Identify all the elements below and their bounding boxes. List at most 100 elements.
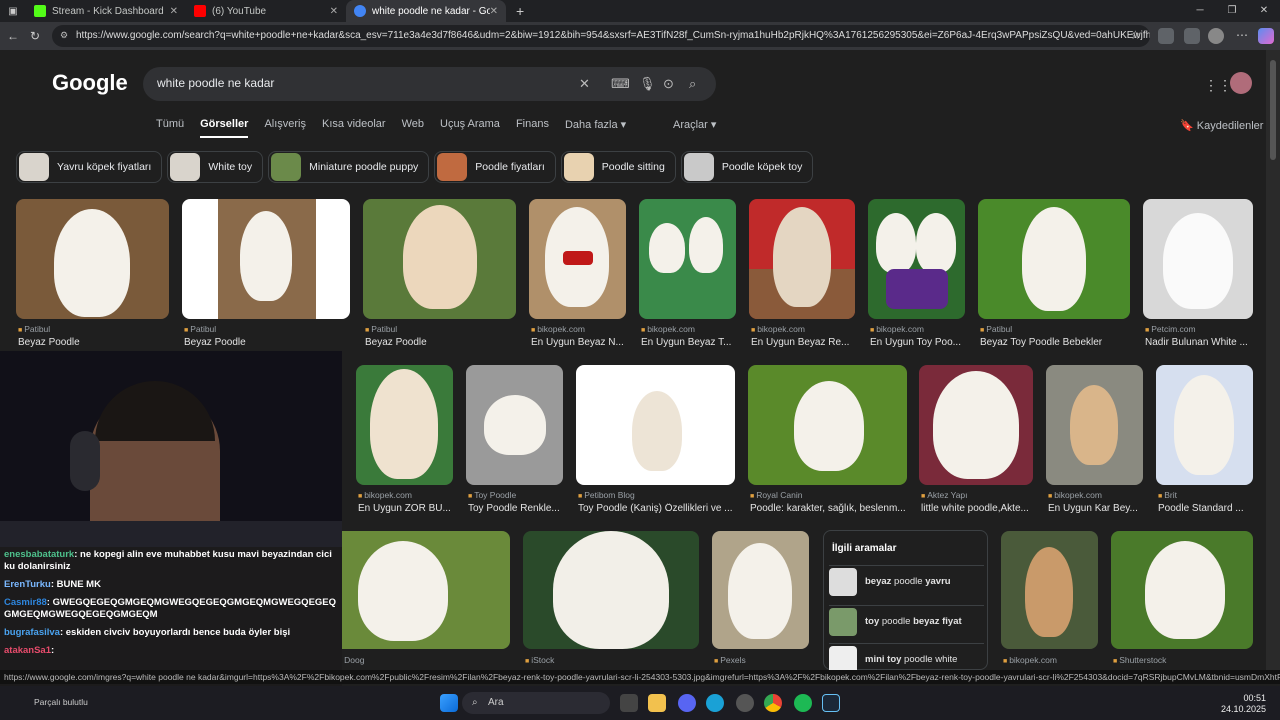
avatar[interactable] <box>1230 72 1252 94</box>
new-tab-icon[interactable]: + <box>516 3 524 19</box>
result-title: Beyaz Poodle <box>365 337 427 348</box>
url-text: https://www.google.com/search?q=white+po… <box>76 30 1150 41</box>
google-logo[interactable]: Google <box>52 70 128 96</box>
tab-youtube[interactable]: (6) YouTube ✕ <box>186 0 346 22</box>
menu-icon[interactable]: ⋯ <box>1236 28 1248 42</box>
extension-icon[interactable] <box>1158 28 1174 44</box>
chip[interactable]: Poodle fiyatları <box>434 151 556 183</box>
url-field[interactable]: https://www.google.com/search?q=white+po… <box>52 25 1150 47</box>
taskbar-search-label: Ara <box>488 697 504 708</box>
close-window-icon[interactable]: ✕ <box>1248 0 1280 22</box>
tab-all[interactable]: Tümü <box>156 118 184 138</box>
tab-google[interactable]: white poodle ne kadar - Google'd ✕ <box>346 0 506 22</box>
edge-icon[interactable] <box>706 694 724 712</box>
tab-images[interactable]: Görseller <box>200 118 249 138</box>
chat-username[interactable]: ErenTurku <box>4 579 51 590</box>
profile-icon[interactable] <box>1208 28 1224 44</box>
weather-text: Parçalı bulutlu <box>34 697 88 707</box>
chat-username[interactable]: Casmir88 <box>4 597 47 608</box>
microphone-icon[interactable]: 🎙 <box>639 76 656 92</box>
result-source: bikopek.com <box>751 324 805 334</box>
tab-title: Stream - Kick Dashboard <box>52 5 164 17</box>
site-info-icon[interactable]: ⚙ <box>60 30 68 41</box>
result-thumbnail <box>363 199 516 319</box>
bookmark-star-icon[interactable]: ☆ <box>1130 28 1141 42</box>
result-source: Shutterstock <box>1113 655 1166 665</box>
google-apps-icon[interactable]: ⋮⋮ <box>1204 77 1232 94</box>
dog-shape <box>1174 375 1234 475</box>
scrollbar-thumb[interactable] <box>1270 60 1276 160</box>
reload-icon[interactable]: ↻ <box>24 29 46 43</box>
result-thumbnail <box>182 199 350 319</box>
maximize-icon[interactable]: ❐ <box>1216 0 1248 22</box>
result-title: Beyaz Toy Poodle Bebekler <box>980 337 1103 348</box>
taskbar-search[interactable]: ⌕ Ara <box>462 692 610 714</box>
clear-search-icon[interactable]: ✕ <box>579 76 590 92</box>
windows-start-icon[interactable] <box>440 694 458 712</box>
back-icon[interactable]: ← <box>2 29 24 43</box>
tab-actions-icon[interactable]: ▣ <box>0 6 26 17</box>
related-search-item[interactable]: beyaz poodle yavru <box>829 565 984 597</box>
steam-icon[interactable] <box>822 694 840 712</box>
chrome-icon[interactable] <box>764 694 782 712</box>
chip[interactable]: Poodle köpek toy <box>680 151 814 183</box>
chip-thumbnail <box>19 153 49 181</box>
result-source: Brit <box>1158 490 1177 500</box>
copilot-icon[interactable] <box>1258 28 1274 44</box>
minimize-icon[interactable]: ─ <box>1184 0 1216 22</box>
discord-icon[interactable] <box>678 694 696 712</box>
spotify-icon[interactable] <box>794 694 812 712</box>
result-thumbnail <box>639 199 736 319</box>
dog-shape <box>933 371 1019 479</box>
result-thumbnail <box>748 365 907 485</box>
result-title: En Uygun Beyaz Re... <box>751 337 850 348</box>
page-scrollbar[interactable] <box>1266 50 1280 670</box>
chat-username[interactable]: enesbabataturk <box>4 549 74 560</box>
result-source: bikopek.com <box>641 324 695 334</box>
chat-message: enesbabataturk: ne kopegi alin eve muhab… <box>4 549 338 573</box>
tab-flights[interactable]: Uçuş Arama <box>440 118 500 138</box>
saved-button[interactable]: 🔖 Kaydedilenler <box>1180 119 1263 132</box>
tab-finance[interactable]: Finans <box>516 118 549 138</box>
lens-icon[interactable]: ⊙ <box>663 76 674 92</box>
address-bar-row: ← ↻ https://www.google.com/search?q=whit… <box>0 22 1280 50</box>
chip[interactable]: White toy <box>167 151 264 183</box>
search-input[interactable]: white poodle ne kadar <box>157 76 274 90</box>
chip[interactable]: Yavru köpek fiyatları <box>16 151 163 183</box>
tab-kick[interactable]: Stream - Kick Dashboard ✕ <box>26 0 186 22</box>
dog-shape <box>1022 207 1086 311</box>
close-tab-icon[interactable]: ✕ <box>170 6 178 17</box>
task-view-icon[interactable] <box>620 694 638 712</box>
keyboard-icon[interactable]: ⌨ <box>611 76 630 92</box>
tab-more[interactable]: Daha fazla ▾ <box>565 118 626 138</box>
google-favicon-icon <box>354 5 366 17</box>
result-source: bikopek.com <box>1048 490 1102 500</box>
result-thumbnail <box>529 199 626 319</box>
tab-web[interactable]: Web <box>402 118 424 138</box>
result-title: little white poodle,Akte... <box>921 503 1029 514</box>
chat-username[interactable]: bugrafasilva <box>4 627 60 638</box>
tab-shopping[interactable]: Alışveriş <box>264 118 306 138</box>
result-title: En Uygun Kar Bey... <box>1048 503 1138 514</box>
chip[interactable]: Miniature poodle puppy <box>268 151 430 183</box>
search-box[interactable]: white poodle ne kadar ✕ ⌨ 🎙 ⊙ ⌕ <box>143 67 716 101</box>
chip[interactable]: Poodle sitting <box>560 151 676 183</box>
result-source: Petcim.com <box>1145 324 1195 334</box>
result-source: iStock <box>525 655 554 665</box>
related-label: toy poodle beyaz fiyat <box>865 616 962 627</box>
close-tab-icon[interactable]: ✕ <box>330 6 338 17</box>
reading-list-icon[interactable] <box>1184 28 1200 44</box>
tab-short-videos[interactable]: Kısa videolar <box>322 118 386 138</box>
dog-shape <box>1163 213 1233 309</box>
close-tab-icon[interactable]: ✕ <box>490 6 498 17</box>
app-icon[interactable] <box>736 694 754 712</box>
search-icon[interactable]: ⌕ <box>689 76 696 92</box>
file-explorer-icon[interactable] <box>648 694 666 712</box>
tools-button[interactable]: Araçlar ▾ <box>673 118 716 131</box>
dog-shape <box>794 381 864 471</box>
chat-username[interactable]: atakanSa1 <box>4 645 51 656</box>
system-clock[interactable]: 00:51 24.10.2025 <box>1221 693 1266 715</box>
dog-shape <box>1070 385 1118 465</box>
related-search-item[interactable]: toy poodle beyaz fiyat <box>829 605 984 637</box>
dog-shape <box>773 207 831 307</box>
